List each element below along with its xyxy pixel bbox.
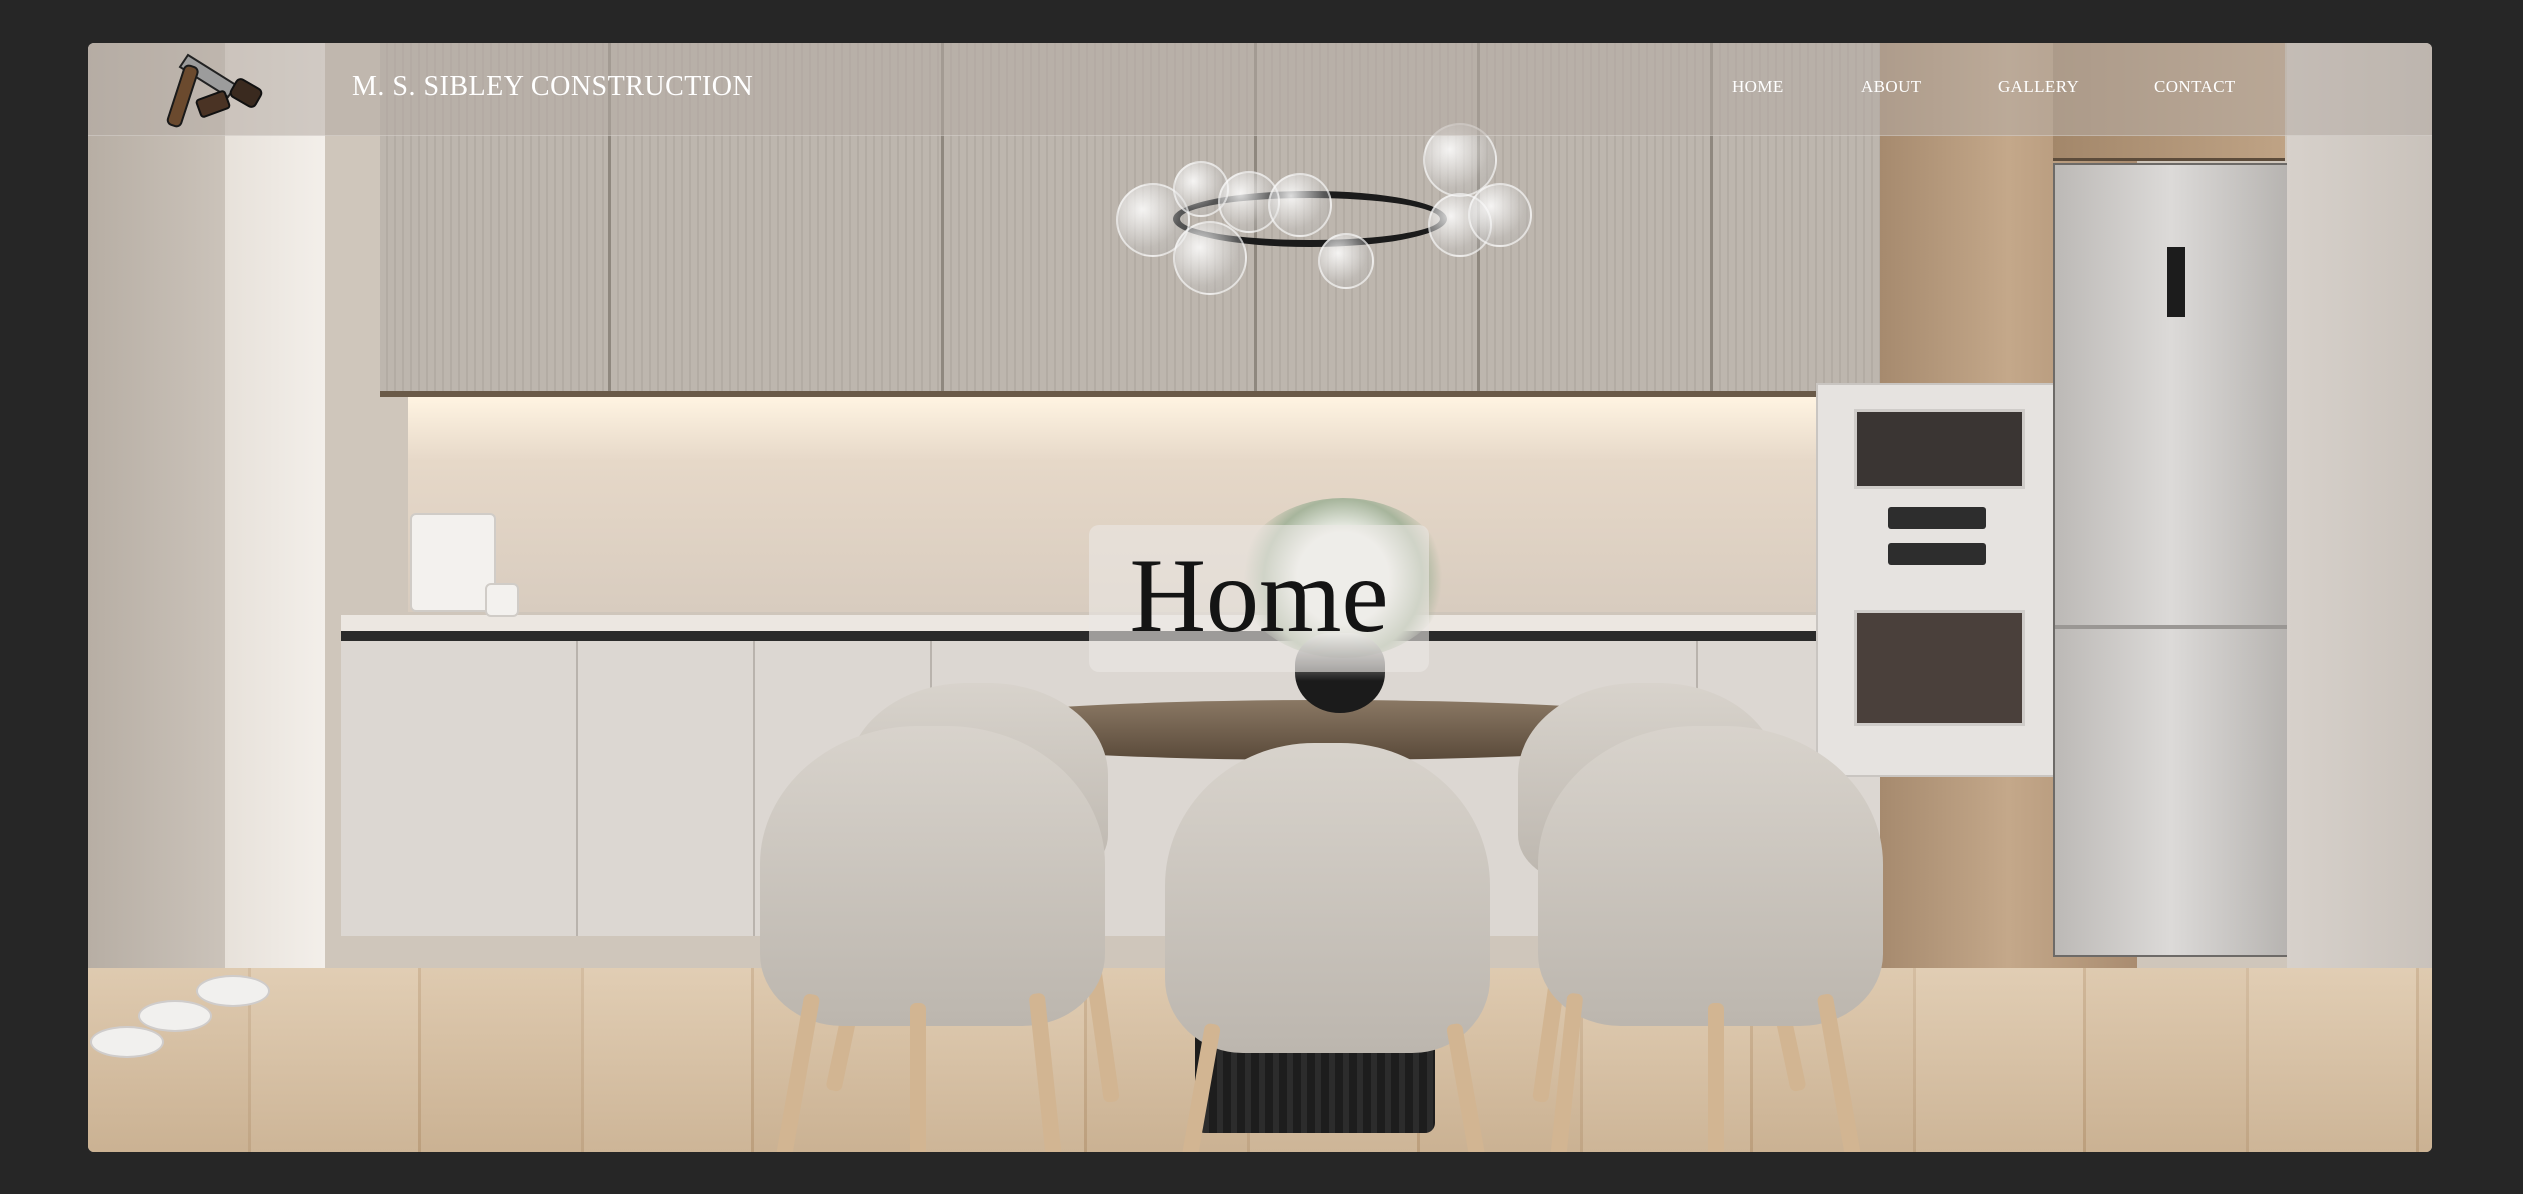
saw-and-hammer-icon[interactable]	[158, 45, 278, 130]
hero-title-box: Home	[1089, 525, 1429, 672]
nav-item-gallery[interactable]: GALLERY	[1998, 77, 2079, 97]
brand-name[interactable]: M. S. SIBLEY CONSTRUCTION	[352, 71, 753, 103]
page-frame: M. S. SIBLEY CONSTRUCTION HOME ABOUT GAL…	[88, 43, 2432, 1152]
nav-item-about[interactable]: ABOUT	[1861, 77, 1922, 97]
site-header: M. S. SIBLEY CONSTRUCTION HOME ABOUT GAL…	[88, 43, 2432, 136]
page-title: Home	[1129, 537, 1389, 654]
main-nav: HOME ABOUT GALLERY CONTACT	[1732, 43, 2432, 135]
nav-item-home[interactable]: HOME	[1732, 77, 1784, 97]
nav-item-contact[interactable]: CONTACT	[2154, 77, 2236, 97]
